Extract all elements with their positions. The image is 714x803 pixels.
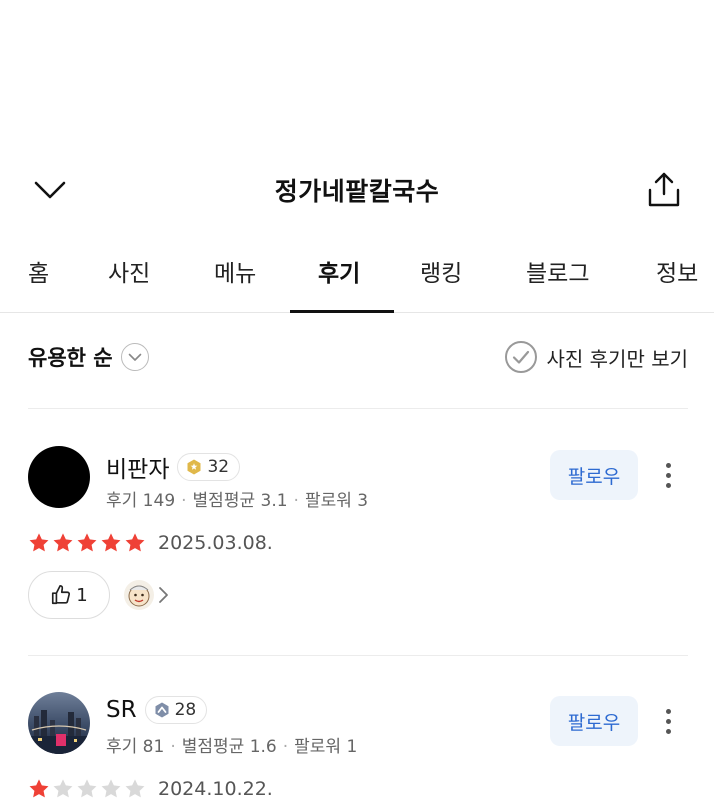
star-icon <box>29 779 49 798</box>
level-badge: 28 <box>144 696 208 724</box>
reviewer-stats: 후기 149 · 별점평균 3.1 · 팔로워 3 <box>106 491 369 511</box>
star-rating: 2025.03.08. <box>28 532 273 554</box>
review-date: 2024.10.22. <box>158 778 273 800</box>
follow-button[interactable]: 팔로우 <box>550 696 638 746</box>
reactions-summary[interactable] <box>124 580 170 610</box>
like-count: 1 <box>76 584 88 606</box>
review-date: 2025.03.08. <box>158 532 273 554</box>
reviewer-name[interactable]: SR <box>106 697 137 723</box>
reviewer-stats: 후기 81 · 별점평균 1.6 · 팔로워 1 <box>106 737 358 757</box>
tab-ranking[interactable]: 랭킹 <box>420 254 462 288</box>
share-icon <box>648 172 680 207</box>
follow-button[interactable]: 팔로우 <box>550 450 638 500</box>
thumbs-up-icon <box>52 585 71 605</box>
star-rating: 2024.10.22. <box>28 778 273 800</box>
more-options-button[interactable] <box>656 452 680 498</box>
sort-label: 유용한 순 <box>28 346 113 370</box>
tab-bar: 홈 사진 메뉴 후기 랭킹 블로그 정보 <box>0 240 714 313</box>
avatar[interactable] <box>28 692 90 754</box>
review-count: 후기 81 <box>106 737 165 757</box>
tab-photos[interactable]: 사진 <box>108 254 150 288</box>
tab-blog[interactable]: 블로그 <box>526 254 589 288</box>
tab-reviews[interactable]: 후기 <box>318 254 360 288</box>
star-icon <box>101 779 121 798</box>
chevron-right-icon <box>159 587 168 603</box>
divider <box>28 408 688 409</box>
photo-only-label: 사진 후기만 보기 <box>546 346 688 371</box>
tab-menu[interactable]: 메뉴 <box>214 254 256 288</box>
tab-info[interactable]: 정보 <box>656 254 698 288</box>
review-item: 비판자 32 후기 149 · 별점평균 3.1 · 팔로워 3 팔로우 2025.03… <box>28 446 688 626</box>
active-tab-indicator <box>290 310 394 313</box>
blue-level-icon <box>155 702 169 718</box>
review-count: 후기 149 <box>106 491 176 511</box>
star-icon <box>77 779 97 798</box>
filter-row: 유용한 순 사진 후기만 보기 <box>28 338 688 382</box>
check-circle-icon <box>505 341 538 373</box>
avatar[interactable] <box>28 446 90 508</box>
header-bar: 정가네팥칼국수 <box>0 160 714 220</box>
reaction-emoji-icon <box>124 580 154 610</box>
avg-rating: 별점평균 3.1 <box>192 491 288 511</box>
level-badge: 32 <box>177 453 241 481</box>
follower-count: 팔로워 3 <box>304 491 369 511</box>
star-icon <box>101 533 121 552</box>
star-icon <box>125 779 145 798</box>
star-icon <box>77 533 97 552</box>
sort-dropdown[interactable]: 유용한 순 <box>28 342 149 372</box>
star-icon <box>53 533 73 552</box>
chevron-down-icon <box>120 343 149 371</box>
photo-only-toggle[interactable]: 사진 후기만 보기 <box>504 340 688 374</box>
reviewer-name[interactable]: 비판자 <box>106 450 169 484</box>
more-options-button[interactable] <box>656 698 680 744</box>
follower-count: 팔로워 1 <box>294 737 358 757</box>
gold-level-icon <box>187 459 201 475</box>
divider <box>28 655 688 656</box>
review-item: SR 28 후기 81 · 별점평균 1.6 · 팔로워 1 팔로우 2024.10.2… <box>28 692 688 803</box>
avg-rating: 별점평균 1.6 <box>181 737 277 757</box>
star-icon <box>125 533 145 552</box>
page-title: 정가네팥칼국수 <box>274 177 440 206</box>
share-button[interactable] <box>642 168 686 212</box>
star-icon <box>29 533 49 552</box>
level-number: 32 <box>207 457 230 477</box>
level-number: 28 <box>174 700 197 720</box>
like-button[interactable]: 1 <box>28 571 110 619</box>
tab-home[interactable]: 홈 <box>28 254 49 288</box>
star-icon <box>53 779 73 798</box>
